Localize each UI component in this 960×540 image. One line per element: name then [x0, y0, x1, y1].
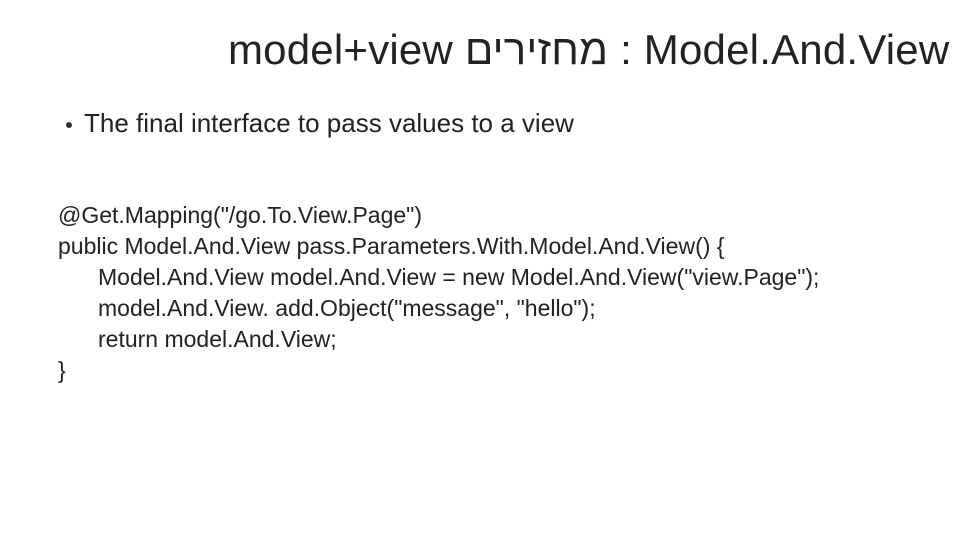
- bullet-item: The final interface to pass values to a …: [58, 108, 902, 139]
- bullet-dot-icon: [66, 122, 72, 128]
- code-line-6: }: [58, 357, 66, 383]
- slide: model+view מחזירים : Model.And.View The …: [0, 0, 960, 540]
- code-line-1: @Get.Mapping("/go.To.View.Page"): [58, 202, 422, 228]
- code-line-2: public Model.And.View pass.Parameters.Wi…: [58, 233, 724, 259]
- code-line-4: model.And.View. add.Object("message", "h…: [58, 293, 902, 324]
- code-line-5: return model.And.View;: [58, 324, 902, 355]
- code-line-3: Model.And.View model.And.View = new Mode…: [58, 262, 902, 293]
- code-block: @Get.Mapping("/go.To.View.Page") public …: [58, 169, 902, 417]
- bullet-text: The final interface to pass values to a …: [84, 108, 574, 139]
- slide-title: model+view מחזירים : Model.And.View: [58, 26, 902, 74]
